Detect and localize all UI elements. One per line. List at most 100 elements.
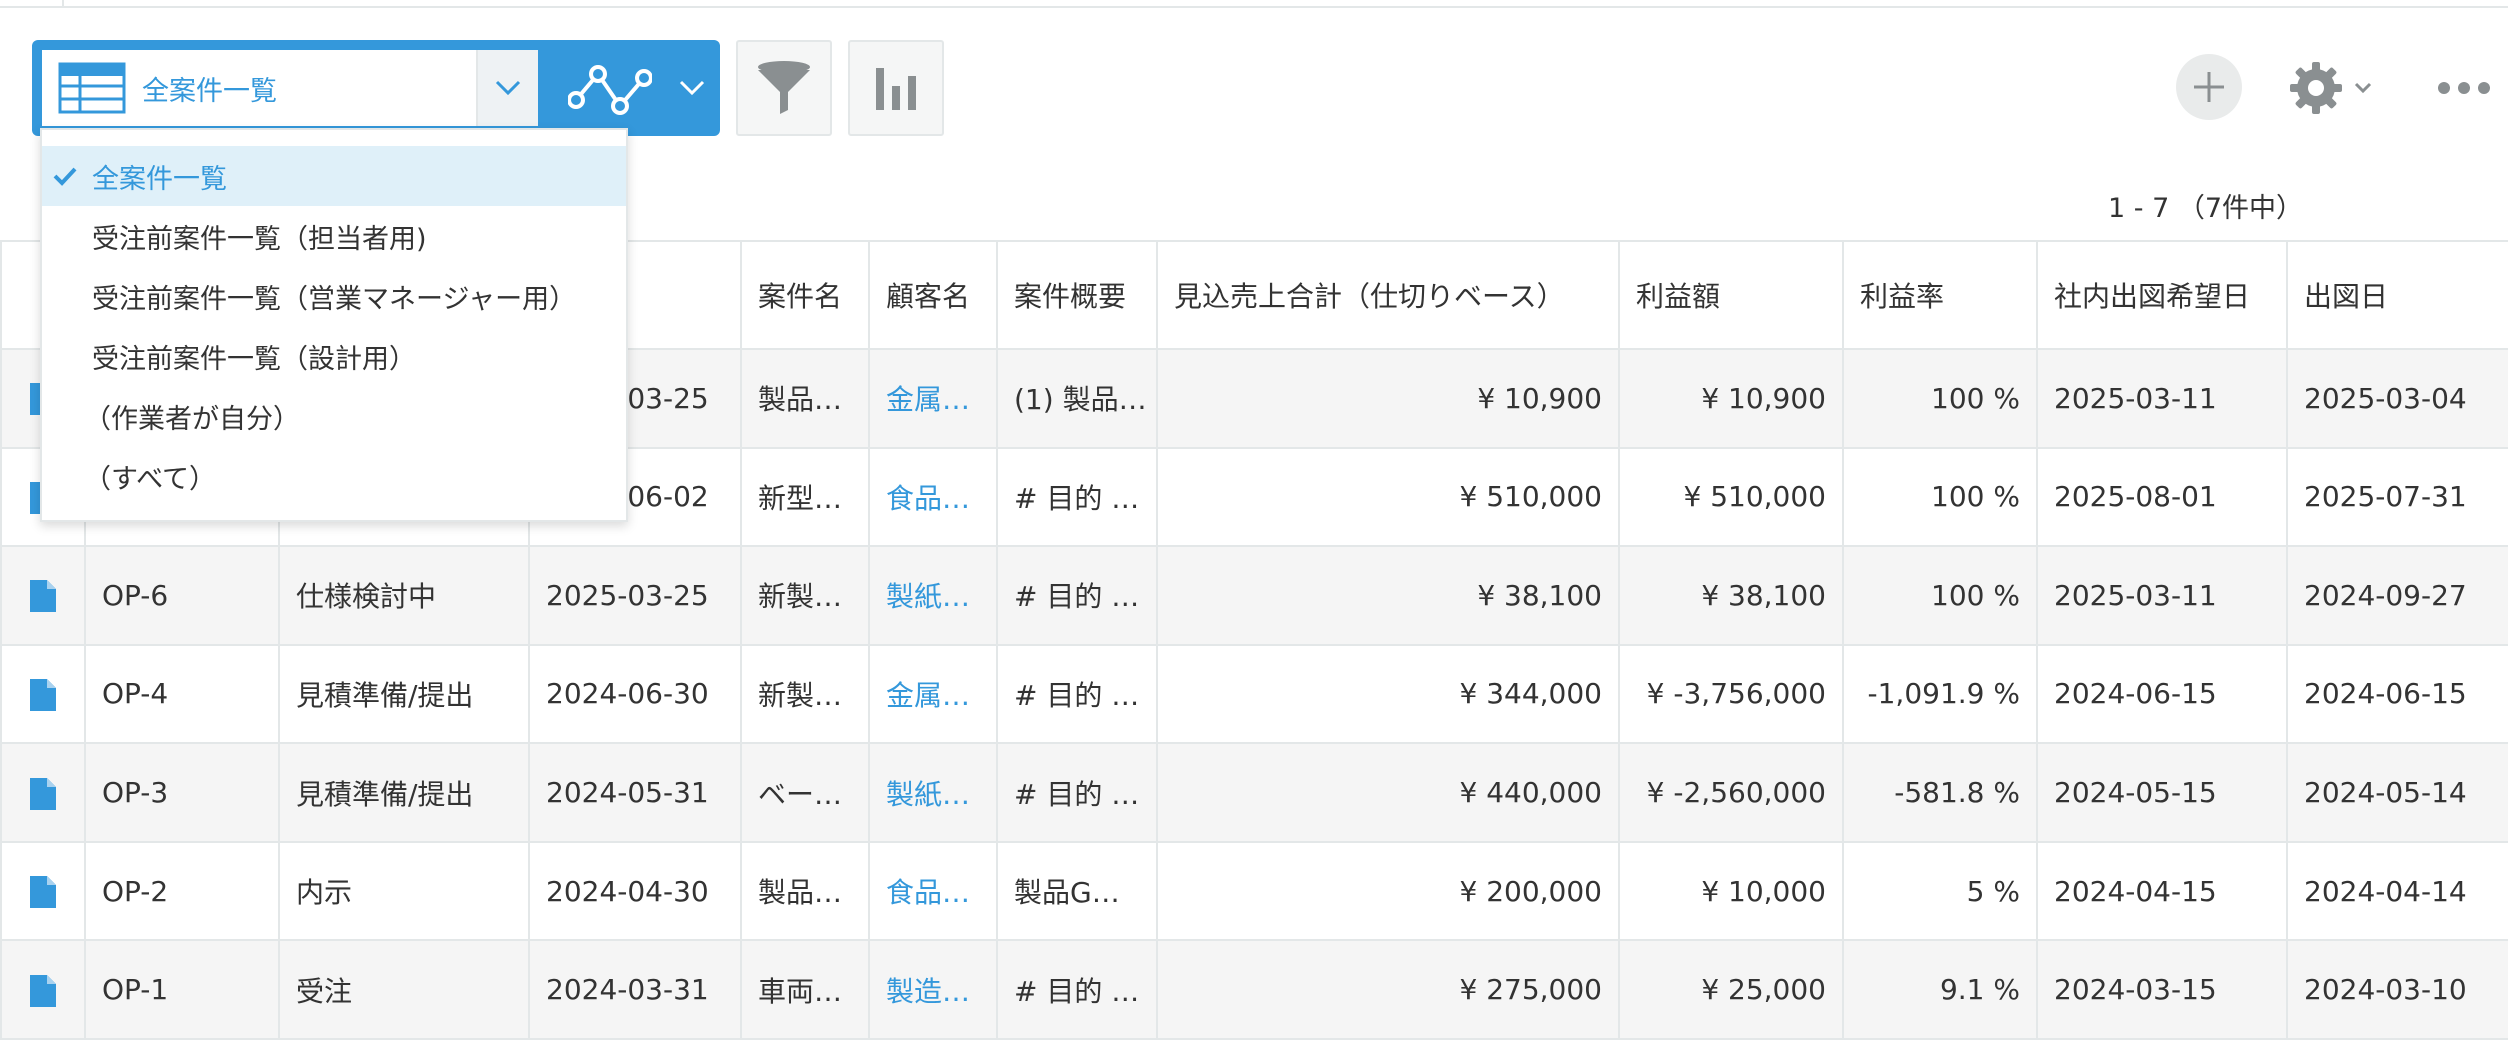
cell-rate: 9.1 % bbox=[1842, 939, 2038, 1040]
cell-rate: 100 % bbox=[1842, 446, 2038, 548]
cell-record-link[interactable] bbox=[0, 545, 86, 646]
view-select-label: 全案件一覧 bbox=[142, 75, 277, 107]
cell-profit: ¥ 25,000 bbox=[1618, 939, 1844, 1040]
filter-button[interactable] bbox=[736, 40, 832, 136]
cell-record-link[interactable] bbox=[0, 643, 86, 745]
column-header[interactable]: 利益率 bbox=[1842, 240, 2038, 350]
funnel-icon bbox=[758, 61, 810, 114]
cell-customer-link[interactable]: 食品… bbox=[868, 840, 998, 942]
cell-id: OP-1 bbox=[84, 939, 280, 1040]
view-option-label: 全案件一覧 bbox=[92, 163, 227, 195]
column-header[interactable]: 案件概要 bbox=[996, 240, 1158, 350]
cell-status: 仕様検討中 bbox=[278, 545, 530, 646]
cell-summary: 製品G… bbox=[996, 840, 1158, 942]
cell-request-date: 2024-05-15 bbox=[2036, 742, 2288, 843]
cell-drawing-date: 2024-04-14 bbox=[2286, 840, 2508, 942]
cell-record-link[interactable] bbox=[0, 939, 86, 1040]
ellipsis-icon bbox=[2438, 82, 2490, 94]
cell-request-date: 2025-03-11 bbox=[2036, 348, 2288, 449]
document-icon bbox=[30, 974, 56, 1007]
column-header[interactable]: 見込売上合計（仕切りベース） bbox=[1156, 240, 1620, 350]
cell-customer-link[interactable]: 製紙… bbox=[868, 545, 998, 646]
view-option-all[interactable]: 全案件一覧 bbox=[42, 146, 626, 206]
cell-sales: ¥ 275,000 bbox=[1156, 939, 1620, 1040]
cell-rate: -581.8 % bbox=[1842, 742, 2038, 843]
cell-drawing-date: 2025-03-04 bbox=[2286, 348, 2508, 449]
cell-request-date: 2024-06-15 bbox=[2036, 643, 2288, 745]
gear-icon bbox=[2290, 62, 2342, 114]
bar-chart-icon bbox=[876, 68, 916, 110]
view-option-label: 受注前案件一覧（担当者用) bbox=[92, 223, 427, 255]
table-row: OP-2 内示 2024-04-30 製品… 食品… 製品G… ¥ 200,000 ¥ 10,… bbox=[0, 840, 2508, 942]
cell-date: 2025-03-25 bbox=[528, 545, 742, 646]
chart-button[interactable] bbox=[848, 40, 944, 136]
table-row: OP-4 見積準備/提出 2024-06-30 新製… 金属… # 目的 … ¥ 344,0… bbox=[0, 643, 2508, 745]
cell-sales: ¥ 510,000 bbox=[1156, 446, 1620, 548]
cell-summary: # 目的 … bbox=[996, 643, 1158, 745]
plus-icon bbox=[2194, 72, 2224, 102]
cell-record-link[interactable] bbox=[0, 840, 86, 942]
cell-date: 2024-03-31 bbox=[528, 939, 742, 1040]
cell-summary: (1) 製品… bbox=[996, 348, 1158, 449]
cell-drawing-date: 2024-05-14 bbox=[2286, 742, 2508, 843]
view-option-preorder-owner[interactable]: 受注前案件一覧（担当者用) bbox=[42, 206, 626, 266]
chevron-down-icon bbox=[495, 80, 521, 96]
cell-sales: ¥ 10,900 bbox=[1156, 348, 1620, 449]
cell-request-date: 2024-04-15 bbox=[2036, 840, 2288, 942]
cell-name: 製品… bbox=[740, 348, 870, 449]
document-icon bbox=[30, 678, 56, 711]
cell-customer-link[interactable]: 金属… bbox=[868, 348, 998, 449]
pagination-info: 1 - 7 （7件中） bbox=[2108, 193, 2304, 224]
cell-drawing-date: 2024-03-10 bbox=[2286, 939, 2508, 1040]
view-dropdown: 全案件一覧 受注前案件一覧（担当者用) 受注前案件一覧（営業マネージャー用） 受… bbox=[40, 128, 628, 522]
document-icon bbox=[30, 777, 56, 810]
table-icon bbox=[58, 62, 126, 114]
top-divider bbox=[0, 0, 2508, 8]
cell-sales: ¥ 440,000 bbox=[1156, 742, 1620, 843]
cell-customer-link[interactable]: 製紙… bbox=[868, 742, 998, 843]
cell-customer-link[interactable]: 製造… bbox=[868, 939, 998, 1040]
cell-record-link[interactable] bbox=[0, 742, 86, 843]
cell-rate: -1,091.9 % bbox=[1842, 643, 2038, 745]
view-option-preorder-manager[interactable]: 受注前案件一覧（営業マネージャー用） bbox=[42, 266, 626, 326]
column-header[interactable]: 顧客名 bbox=[868, 240, 998, 350]
cell-sales: ¥ 200,000 bbox=[1156, 840, 1620, 942]
view-option-everything[interactable]: （すべて） bbox=[42, 446, 626, 506]
cell-customer-link[interactable]: 金属… bbox=[868, 643, 998, 745]
cell-request-date: 2024-03-15 bbox=[2036, 939, 2288, 1040]
cell-date: 2024-04-30 bbox=[528, 840, 742, 942]
view-option-preorder-design[interactable]: 受注前案件一覧（設計用） bbox=[42, 326, 626, 386]
cell-name: 新型… bbox=[740, 446, 870, 548]
document-icon bbox=[30, 580, 56, 613]
cell-customer-link[interactable]: 食品… bbox=[868, 446, 998, 548]
cell-id: OP-3 bbox=[84, 742, 280, 843]
add-record-button[interactable] bbox=[2176, 54, 2242, 120]
cell-drawing-date: 2025-07-31 bbox=[2286, 446, 2508, 548]
cell-id: OP-2 bbox=[84, 840, 280, 942]
cell-rate: 100 % bbox=[1842, 545, 2038, 646]
column-header[interactable]: 案件名 bbox=[740, 240, 870, 350]
view-select-toggle[interactable] bbox=[476, 50, 538, 126]
view-option-assigned-to-me[interactable]: （作業者が自分） bbox=[42, 386, 626, 446]
cell-drawing-date: 2024-09-27 bbox=[2286, 545, 2508, 646]
cell-profit: ¥ -3,756,000 bbox=[1618, 643, 1844, 745]
chevron-down-icon bbox=[2354, 82, 2372, 94]
settings-button[interactable] bbox=[2288, 56, 2388, 120]
cell-summary: # 目的 … bbox=[996, 545, 1158, 646]
cell-profit: ¥ 10,000 bbox=[1618, 840, 1844, 942]
column-header[interactable]: 出図日 bbox=[2286, 240, 2508, 350]
cell-summary: # 目的 … bbox=[996, 742, 1158, 843]
cell-status: 見積準備/提出 bbox=[278, 742, 530, 843]
more-options-button[interactable] bbox=[2434, 70, 2494, 106]
column-header[interactable]: 社内出図希望日 bbox=[2036, 240, 2288, 350]
cell-summary: # 目的 … bbox=[996, 446, 1158, 548]
view-option-label: 受注前案件一覧（営業マネージャー用） bbox=[92, 283, 577, 315]
column-header[interactable]: 利益額 bbox=[1618, 240, 1844, 350]
cell-name: 新製… bbox=[740, 545, 870, 646]
view-select[interactable]: 全案件一覧 bbox=[40, 48, 540, 128]
cell-profit: ¥ 38,100 bbox=[1618, 545, 1844, 646]
line-graph-icon bbox=[568, 65, 652, 115]
table-row: OP-6 仕様検討中 2025-03-25 新製… 製紙… # 目的 … ¥ 38,100 ¥… bbox=[0, 545, 2508, 646]
cell-rate: 100 % bbox=[1842, 348, 2038, 449]
graph-view-button[interactable] bbox=[548, 48, 712, 128]
